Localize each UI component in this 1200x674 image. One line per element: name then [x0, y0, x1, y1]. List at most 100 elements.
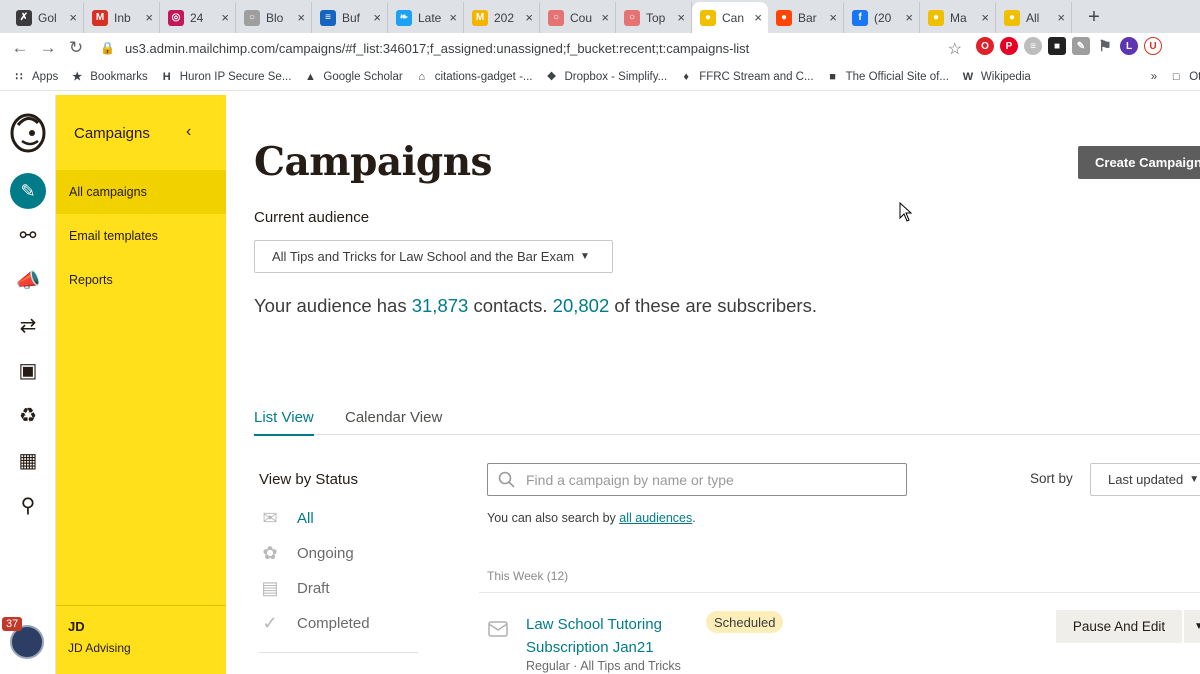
envelope-stack-icon: ✉: [262, 507, 278, 528]
campaigns-megaphone-icon[interactable]: 📣: [10, 262, 46, 298]
tab-favicon-icon: ○: [244, 9, 260, 26]
close-icon[interactable]: ×: [829, 10, 837, 25]
bookmark-item[interactable]: ⌂ citations-gadget -...: [415, 70, 532, 84]
create-campaign-button[interactable]: Create Campaign: [1078, 146, 1200, 179]
browser-tab[interactable]: M Inb ×: [84, 2, 160, 33]
bookmark-item[interactable]: »: [1151, 71, 1157, 83]
audience-dropdown[interactable]: All Tips and Tricks for Law School and t…: [254, 240, 613, 273]
close-icon[interactable]: ×: [297, 10, 305, 25]
profile-avatar-icon[interactable]: U: [1144, 37, 1162, 55]
close-icon[interactable]: ×: [981, 10, 989, 25]
subnav-item-reports[interactable]: Reports: [56, 258, 226, 302]
extension-icon[interactable]: ≡: [1024, 37, 1042, 55]
browser-tab[interactable]: ○ Blo ×: [236, 2, 312, 33]
bookmark-item[interactable]: □ Other b: [1169, 70, 1200, 84]
reload-icon[interactable]: ↻: [62, 38, 90, 58]
opera-extension-icon[interactable]: O: [976, 37, 994, 55]
browser-tab[interactable]: f (20 ×: [844, 2, 920, 33]
browser-tab[interactable]: ○ Cou ×: [540, 2, 616, 33]
bookmark-item[interactable]: ▲ Google Scholar: [303, 70, 403, 84]
browser-tab[interactable]: ≡ Buf ×: [312, 2, 388, 33]
bookmark-star-icon[interactable]: ☆: [948, 39, 962, 59]
profile-avatar-icon[interactable]: L: [1120, 37, 1138, 55]
chevron-down-icon[interactable]: ▼: [1184, 610, 1200, 643]
tab-label: (20: [874, 10, 892, 25]
browser-tab[interactable]: ● All ×: [996, 2, 1072, 33]
close-icon[interactable]: ×: [145, 10, 153, 25]
integrations-grid-icon[interactable]: ▦: [10, 442, 46, 478]
address-bar[interactable]: 🔒 us3.admin.mailchimp.com/campaigns/#f_l…: [100, 33, 970, 63]
all-audiences-link[interactable]: all audiences: [619, 511, 692, 525]
subnav-item-email-templates[interactable]: Email templates: [56, 214, 226, 258]
pinterest-extension-icon[interactable]: P: [1000, 37, 1018, 55]
browser-tab[interactable]: ● Ma ×: [920, 2, 996, 33]
org-name[interactable]: JD Advising: [68, 641, 131, 655]
bookmark-item[interactable]: ∷ Apps: [12, 70, 59, 84]
tab-label: Late: [418, 10, 442, 25]
website-icon[interactable]: ▣: [10, 352, 46, 388]
pause-and-edit-button[interactable]: Pause And Edit: [1056, 610, 1182, 643]
close-icon[interactable]: ×: [601, 10, 609, 25]
campaign-search-box[interactable]: [487, 463, 907, 496]
close-icon[interactable]: ×: [754, 10, 762, 25]
status-filter-completed[interactable]: ✓ Completed: [259, 611, 419, 635]
status-filter-all[interactable]: ✉ All: [259, 506, 419, 530]
close-icon[interactable]: ×: [449, 10, 457, 25]
browser-tab[interactable]: ❧ Late ×: [388, 2, 464, 33]
close-icon[interactable]: ×: [525, 10, 533, 25]
close-icon[interactable]: ×: [221, 10, 229, 25]
bookmark-item[interactable]: W Wikipedia: [961, 70, 1031, 84]
tab-favicon-icon: ○: [548, 9, 564, 26]
close-icon[interactable]: ×: [677, 10, 685, 25]
browser-tab[interactable]: ○ Top ×: [616, 2, 692, 33]
tab-label: Bar: [798, 10, 817, 25]
extension-icon[interactable]: ✎: [1072, 37, 1090, 55]
campaign-search-input[interactable]: [526, 471, 886, 488]
audience-icon[interactable]: ⚯: [10, 217, 46, 253]
content-studio-icon[interactable]: ♻: [10, 397, 46, 433]
tab-calendar-view[interactable]: Calendar View: [345, 409, 442, 434]
notification-badge[interactable]: 37: [2, 617, 23, 631]
tab-label: Blo: [266, 10, 284, 25]
bookmark-item[interactable]: ❖ Dropbox - Simplify...: [545, 70, 668, 84]
subnav-item-all-campaigns[interactable]: All campaigns: [56, 170, 226, 214]
status-filter-ongoing[interactable]: ✿ Ongoing: [259, 541, 419, 565]
browser-tab[interactable]: ● Bar ×: [768, 2, 844, 33]
browser-tab[interactable]: ◎ 24 ×: [160, 2, 236, 33]
browser-tab[interactable]: M 202 ×: [464, 2, 540, 33]
url-text[interactable]: us3.admin.mailchimp.com/campaigns/#f_lis…: [125, 41, 749, 56]
browser-tab[interactable]: ✗ Gol ×: [8, 2, 84, 33]
view-tabs: List View Calendar View: [254, 405, 1200, 436]
collapse-chevron-icon[interactable]: ‹: [186, 123, 191, 141]
bookmark-label: Huron IP Secure Se...: [179, 70, 292, 83]
bookmark-item[interactable]: ■ The Official Site of...: [826, 70, 949, 84]
status-filter-draft[interactable]: ▤ Draft: [259, 576, 419, 600]
back-icon[interactable]: ←: [6, 38, 34, 58]
close-icon[interactable]: ×: [373, 10, 381, 25]
mailchimp-logo-icon[interactable]: [8, 111, 48, 153]
automations-icon[interactable]: ⇄: [10, 307, 46, 343]
search-icon[interactable]: ⚲: [10, 487, 46, 523]
tab-list-view[interactable]: List View: [254, 409, 314, 436]
new-tab-plus-icon[interactable]: +: [1080, 3, 1108, 31]
browser-tab[interactable]: ● Can ×: [692, 2, 768, 33]
org-initials[interactable]: JD: [68, 619, 85, 634]
search-hint-suffix: .: [692, 511, 696, 525]
tab-favicon-icon: ◎: [168, 9, 184, 26]
campaign-name-link[interactable]: Law School Tutoring Subscription Jan21: [526, 613, 686, 659]
sort-dropdown[interactable]: Last updated ▼: [1090, 463, 1200, 496]
close-icon[interactable]: ×: [1057, 10, 1065, 25]
bookmark-item[interactable]: ♦ FFRC Stream and C...: [679, 70, 813, 84]
close-icon[interactable]: ×: [905, 10, 913, 25]
forward-icon[interactable]: →: [34, 38, 62, 58]
pencil-create-icon[interactable]: ✎: [10, 173, 46, 209]
extension-icon[interactable]: ■: [1048, 37, 1066, 55]
puzzle-icon[interactable]: ⚑: [1096, 37, 1114, 55]
bookmark-item[interactable]: ★ Bookmarks: [70, 70, 147, 84]
sort-dropdown-value: Last updated: [1108, 472, 1184, 487]
tab-favicon-icon: M: [92, 9, 108, 26]
bookmark-item[interactable]: H Huron IP Secure Se...: [160, 70, 292, 84]
close-icon[interactable]: ×: [69, 10, 77, 25]
bookmark-label: The Official Site of...: [845, 70, 949, 83]
tab-favicon-icon: ●: [928, 9, 944, 26]
